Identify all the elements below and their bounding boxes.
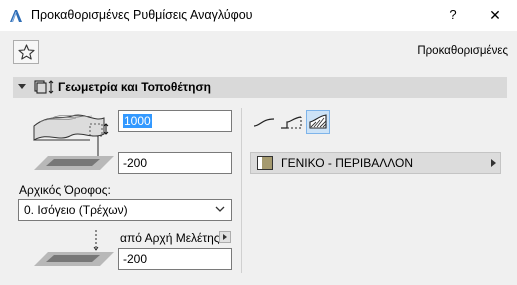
reference-input[interactable]: -200 xyxy=(118,248,232,270)
offset-input[interactable]: -200 xyxy=(118,152,232,174)
offset-value: -200 xyxy=(123,156,148,170)
reference-label: από Αρχή Μελέτης xyxy=(120,231,220,245)
thickness-value: 1000 xyxy=(123,114,152,128)
collapse-arrow-icon[interactable] xyxy=(18,84,26,89)
section-title: Γεωμετρία και Τοποθέτηση xyxy=(58,80,211,94)
star-icon xyxy=(18,44,35,60)
edge-icon xyxy=(253,118,275,127)
material-selector[interactable]: ΓΕΝΙΚΟ - ΠΕΡΙΒΑΛΛΟΝ xyxy=(250,152,501,174)
geometry-icon xyxy=(34,80,54,94)
shape-option-edge[interactable] xyxy=(252,110,276,134)
hatched-block-icon xyxy=(309,114,327,129)
reference-popup-button[interactable] xyxy=(219,231,231,243)
reference-value: -200 xyxy=(123,252,148,266)
plane-offset-illustration xyxy=(34,156,114,170)
panel-divider xyxy=(241,108,242,273)
material-swatch-icon xyxy=(257,156,273,170)
section-header-geometry[interactable]: Γεωμετρία και Τοποθέτηση xyxy=(13,77,507,98)
chevron-down-icon xyxy=(215,206,225,212)
close-button[interactable]: ✕ xyxy=(480,3,510,27)
help-button[interactable]: ? xyxy=(440,3,466,27)
favorites-button[interactable] xyxy=(13,40,39,64)
title-bar: Προκαθορισμένες Ρυθμίσεις Αναγλύφου ? ✕ xyxy=(0,0,517,31)
thickness-input[interactable]: 1000 xyxy=(118,110,232,132)
home-story-value: 0. Ισόγειο (Τρέχων) xyxy=(24,203,128,217)
shape-option-hatched[interactable] xyxy=(306,110,330,134)
home-story-label: Αρχικός Όροφος: xyxy=(19,183,111,197)
shape-option-step[interactable] xyxy=(279,110,303,134)
home-story-dropdown[interactable]: 0. Ισόγειο (Τρέχων) xyxy=(18,199,232,221)
reference-plane-illustration xyxy=(34,230,114,266)
window-title: Προκαθορισμένες Ρυθμίσεις Αναγλύφου xyxy=(31,8,253,22)
material-name: ΓΕΝΙΚΟ - ΠΕΡΙΒΑΛΛΟΝ xyxy=(281,156,414,170)
chevron-right-icon xyxy=(491,159,496,167)
preset-label: Προκαθορισμένες xyxy=(417,45,508,57)
archicad-app-icon xyxy=(10,10,22,23)
step-icon xyxy=(281,116,302,129)
